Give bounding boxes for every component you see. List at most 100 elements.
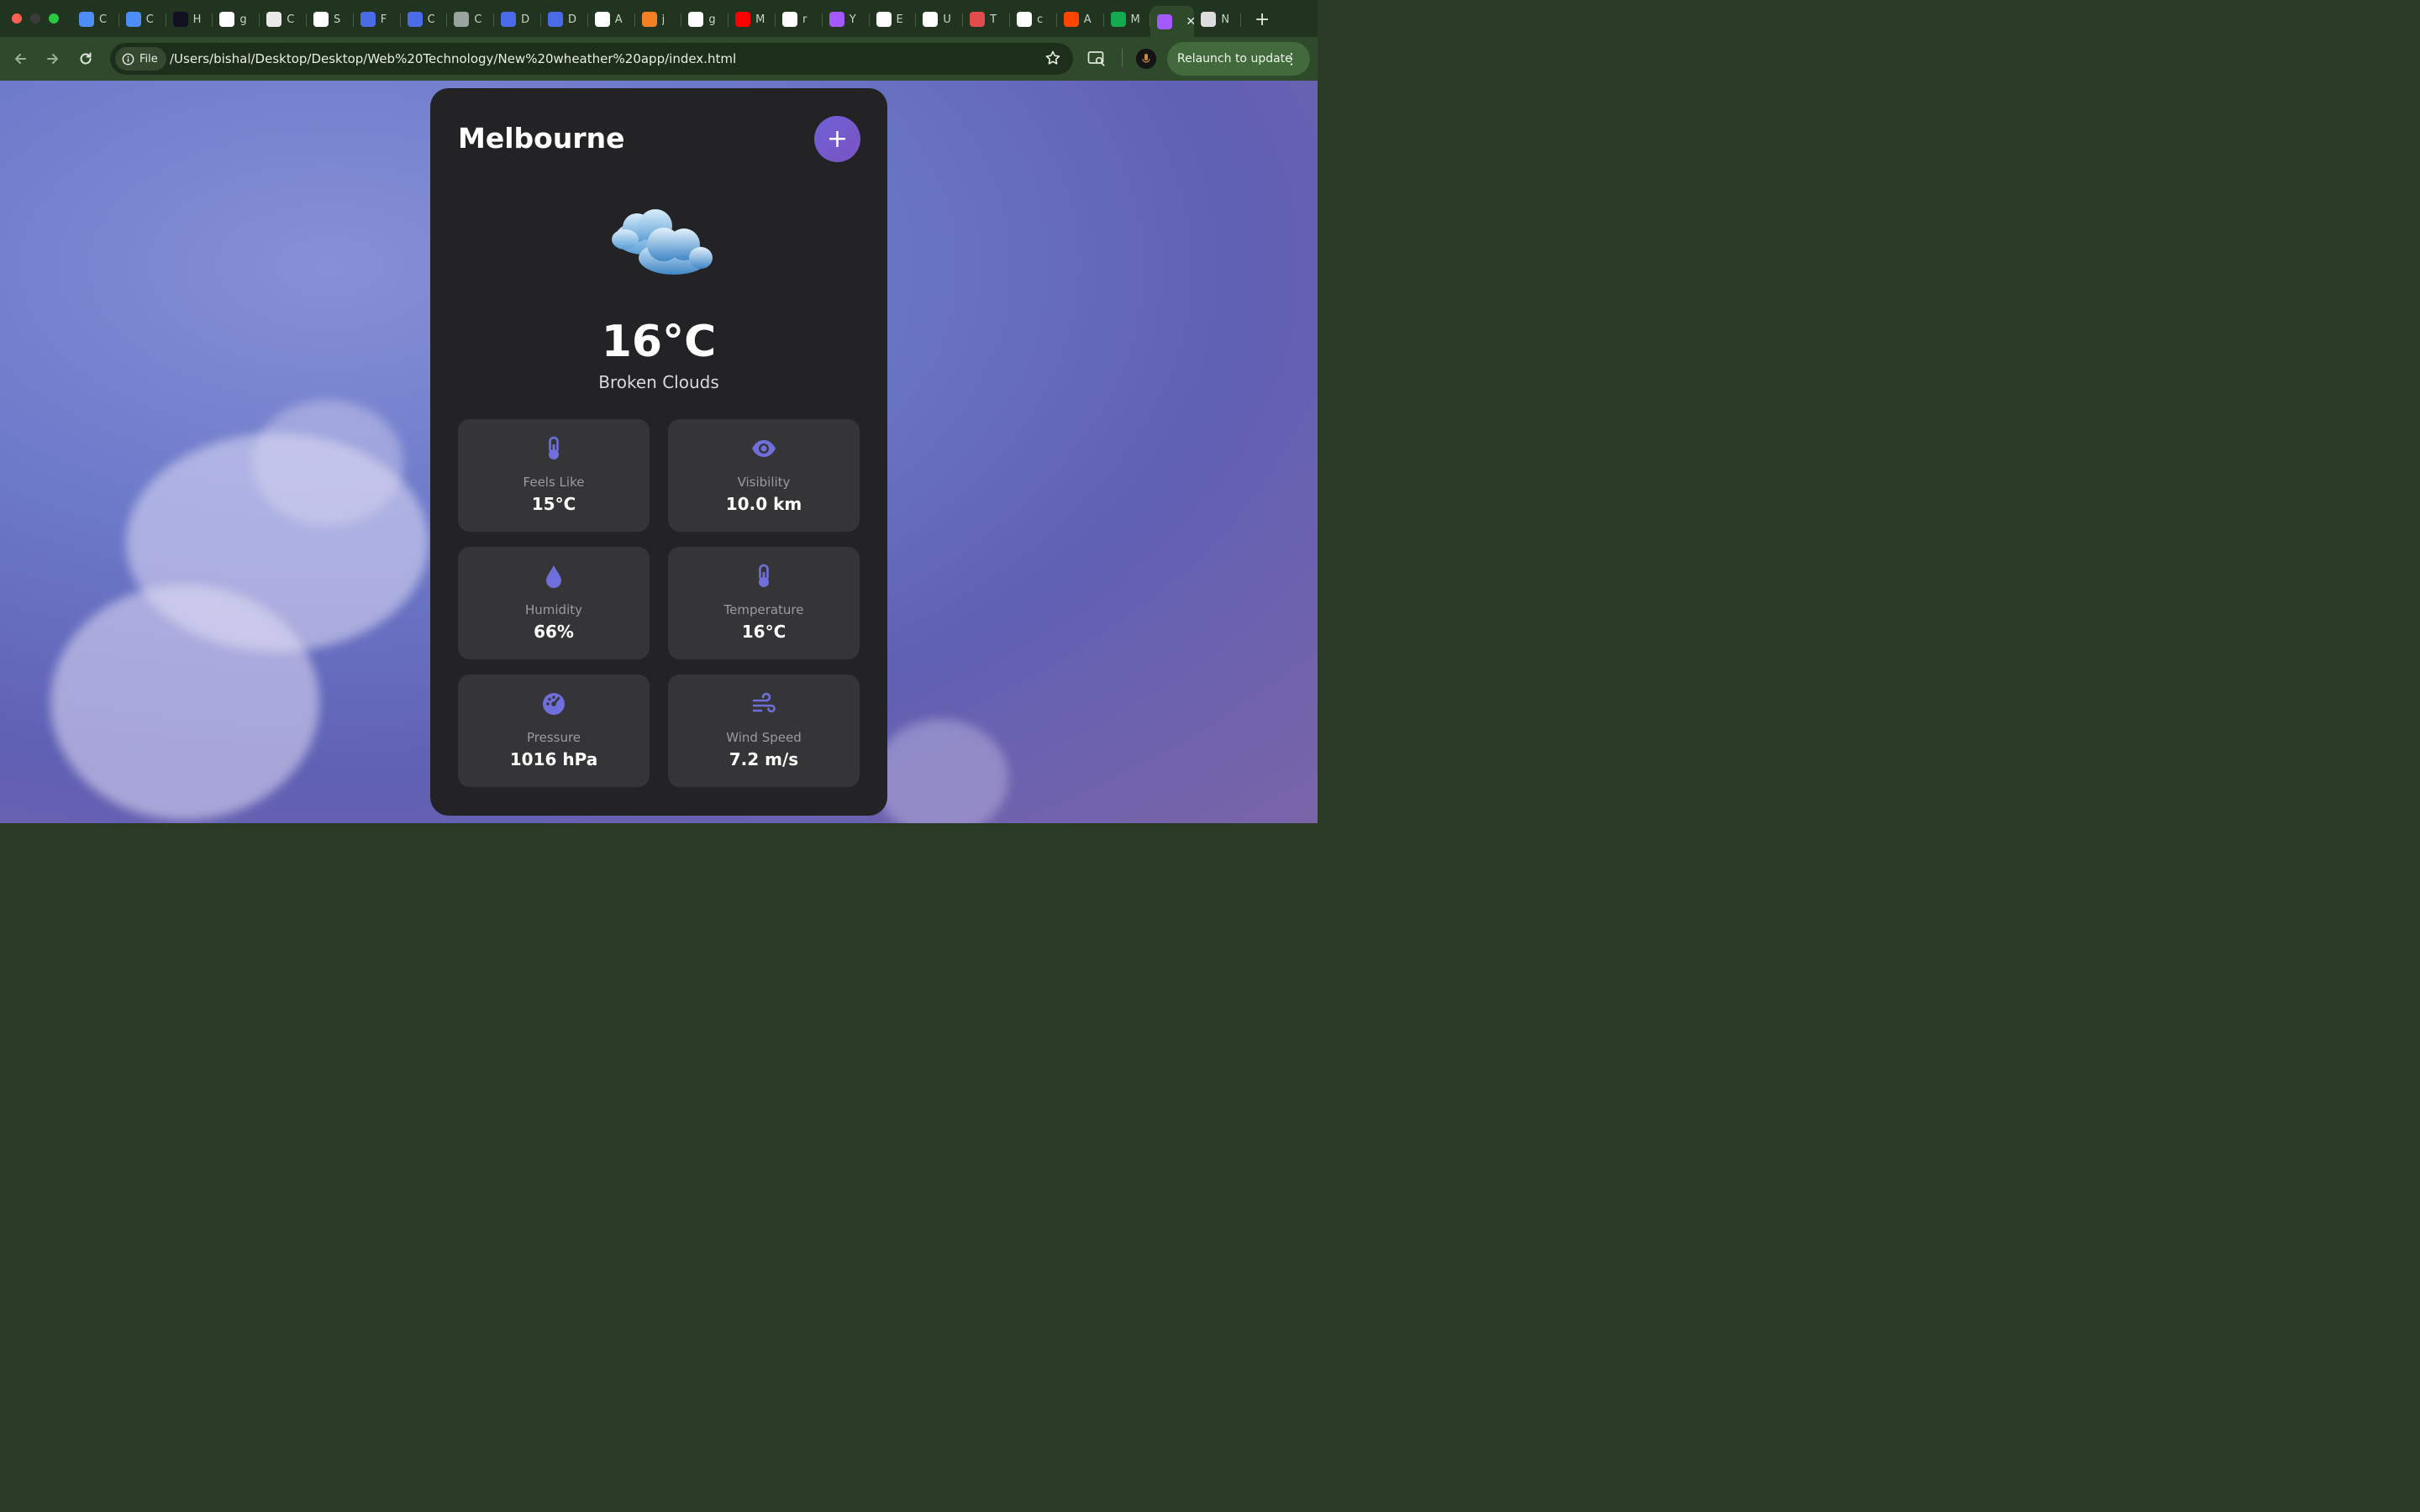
browser-tab[interactable]: T	[963, 6, 1010, 33]
browser-tab[interactable]: N	[1194, 6, 1241, 33]
google-icon	[688, 12, 704, 27]
browser-tab[interactable]: C	[447, 6, 494, 33]
browser-tab[interactable]: D	[541, 6, 588, 33]
tab-title: C	[287, 13, 295, 26]
shield-icon	[407, 12, 423, 27]
site-info-label: File	[139, 52, 158, 66]
tab-title: Y	[849, 13, 856, 26]
browser-tab[interactable]: C	[119, 6, 166, 33]
weather-description: Broken Clouds	[598, 372, 719, 392]
forward-button[interactable]	[42, 48, 64, 70]
reddit-icon	[1063, 12, 1079, 27]
browser-tab[interactable]: F	[354, 6, 401, 33]
browser-tab[interactable]: U	[916, 6, 963, 33]
background-cloud	[874, 719, 1008, 823]
openai-icon	[313, 12, 329, 27]
weather-page: Melbourne + 16°C Broken Clouds Feels Lik…	[0, 81, 1318, 823]
browser-tab[interactable]: g	[681, 6, 729, 33]
address-bar[interactable]: File /Users/bishal/Desktop/Desktop/Web%2…	[110, 43, 1073, 75]
stat-feels-like: Feels Like 15°C	[458, 419, 650, 532]
microphone-avatar-icon	[1136, 49, 1156, 69]
maximize-window-button[interactable]	[49, 13, 59, 24]
claude-icon	[266, 12, 282, 27]
tab-title: F	[380, 13, 387, 26]
tab-title: H	[192, 13, 202, 26]
thermometer-icon	[668, 564, 860, 589]
more-vert-icon[interactable]: ⋮	[1284, 50, 1299, 68]
stat-value: 15°C	[531, 494, 576, 514]
background-cloud	[50, 585, 319, 820]
stat-value: 1016 hPa	[509, 749, 598, 769]
stat-label: Humidity	[524, 602, 582, 617]
relaunch-update-button[interactable]: Relaunch to update ⋮	[1167, 42, 1310, 76]
droplet-icon	[458, 564, 650, 589]
new-tab-button[interactable]: +	[1249, 7, 1275, 32]
url-text[interactable]: /Users/bishal/Desktop/Desktop/Web%20Tech…	[170, 51, 736, 66]
amazon-icon	[594, 12, 610, 27]
browser-tab[interactable]: H	[166, 6, 213, 33]
tab-title: M	[1130, 13, 1140, 26]
cloud-icon	[970, 12, 986, 27]
tab-list: C C Hg C S F C C D D Aj g Mr Y E U Tc A M V✕ N +	[72, 5, 1275, 38]
wind-icon	[668, 691, 860, 717]
browser-tab[interactable]: C	[72, 6, 119, 33]
gemini-sparkle-icon	[79, 12, 94, 27]
reload-icon	[80, 52, 92, 65]
city-name: Melbourne	[458, 122, 625, 155]
browser-tab[interactable]: r	[776, 6, 823, 33]
stat-value: 66%	[534, 622, 574, 642]
profile-avatar[interactable]	[1136, 49, 1156, 69]
back-button[interactable]	[9, 48, 31, 70]
mongodb-icon	[1110, 12, 1126, 27]
stat-temperature: Temperature 16°C	[668, 547, 860, 659]
reload-button[interactable]	[75, 48, 97, 70]
stat-wind-speed: Wind Speed 7.2 m/s	[668, 675, 860, 787]
google-icon	[219, 12, 235, 27]
browser-tab[interactable]: C	[401, 6, 448, 33]
browser-tab[interactable]: D	[494, 6, 541, 33]
tab-title: T	[990, 13, 997, 26]
tab-title: M	[755, 13, 765, 26]
browser-tab[interactable]: g	[213, 6, 260, 33]
browser-tab[interactable]: M	[729, 6, 776, 33]
google-lens-button[interactable]	[1086, 48, 1107, 70]
thermometer-icon	[458, 436, 650, 461]
eye-icon	[668, 436, 860, 461]
github-icon	[876, 12, 892, 27]
minimize-window-button[interactable]	[30, 13, 40, 24]
tab-title: C	[474, 13, 482, 26]
google-icon	[1016, 12, 1032, 27]
stat-humidity: Humidity 66%	[458, 547, 650, 659]
tab-title: C	[145, 13, 154, 26]
tab-title: E	[896, 13, 903, 26]
stat-pressure: Pressure 1016 hPa	[458, 675, 650, 787]
browser-toolbar: File /Users/bishal/Desktop/Desktop/Web%2…	[0, 37, 1318, 81]
browser-tab[interactable]: A	[1057, 6, 1104, 33]
site-info-chip[interactable]: File	[115, 47, 166, 71]
browser-tab[interactable]: S	[307, 6, 354, 33]
bookmark-star-icon[interactable]	[1044, 50, 1061, 70]
stats-grid: Feels Like 15°C Visibility 10.0 km Humid…	[458, 419, 860, 787]
tab-title: c	[1036, 13, 1044, 26]
tab-title: D	[521, 13, 530, 26]
devtools-icon	[501, 12, 517, 27]
browser-tab[interactable]: A	[588, 6, 635, 33]
tab-title: j	[661, 13, 666, 26]
add-city-button[interactable]: +	[814, 116, 860, 162]
stat-visibility: Visibility 10.0 km	[668, 419, 860, 532]
browser-tab[interactable]: E	[870, 6, 917, 33]
close-window-button[interactable]	[12, 13, 22, 24]
stat-label: Visibility	[737, 475, 791, 490]
github-icon	[781, 12, 797, 27]
stat-label: Temperature	[723, 602, 804, 617]
browser-tab[interactable]: M	[1104, 6, 1151, 33]
chrome-icon	[1201, 12, 1217, 27]
browser-tab[interactable]: j	[635, 6, 682, 33]
browser-tab[interactable]: V✕	[1150, 6, 1196, 38]
browser-tab[interactable]: c	[1010, 6, 1057, 33]
fcc-icon	[172, 12, 188, 27]
browser-tab[interactable]: Y	[823, 6, 870, 33]
relaunch-label: Relaunch to update	[1177, 52, 1292, 66]
tab-title: g	[239, 13, 247, 26]
browser-tab[interactable]: C	[260, 6, 307, 33]
